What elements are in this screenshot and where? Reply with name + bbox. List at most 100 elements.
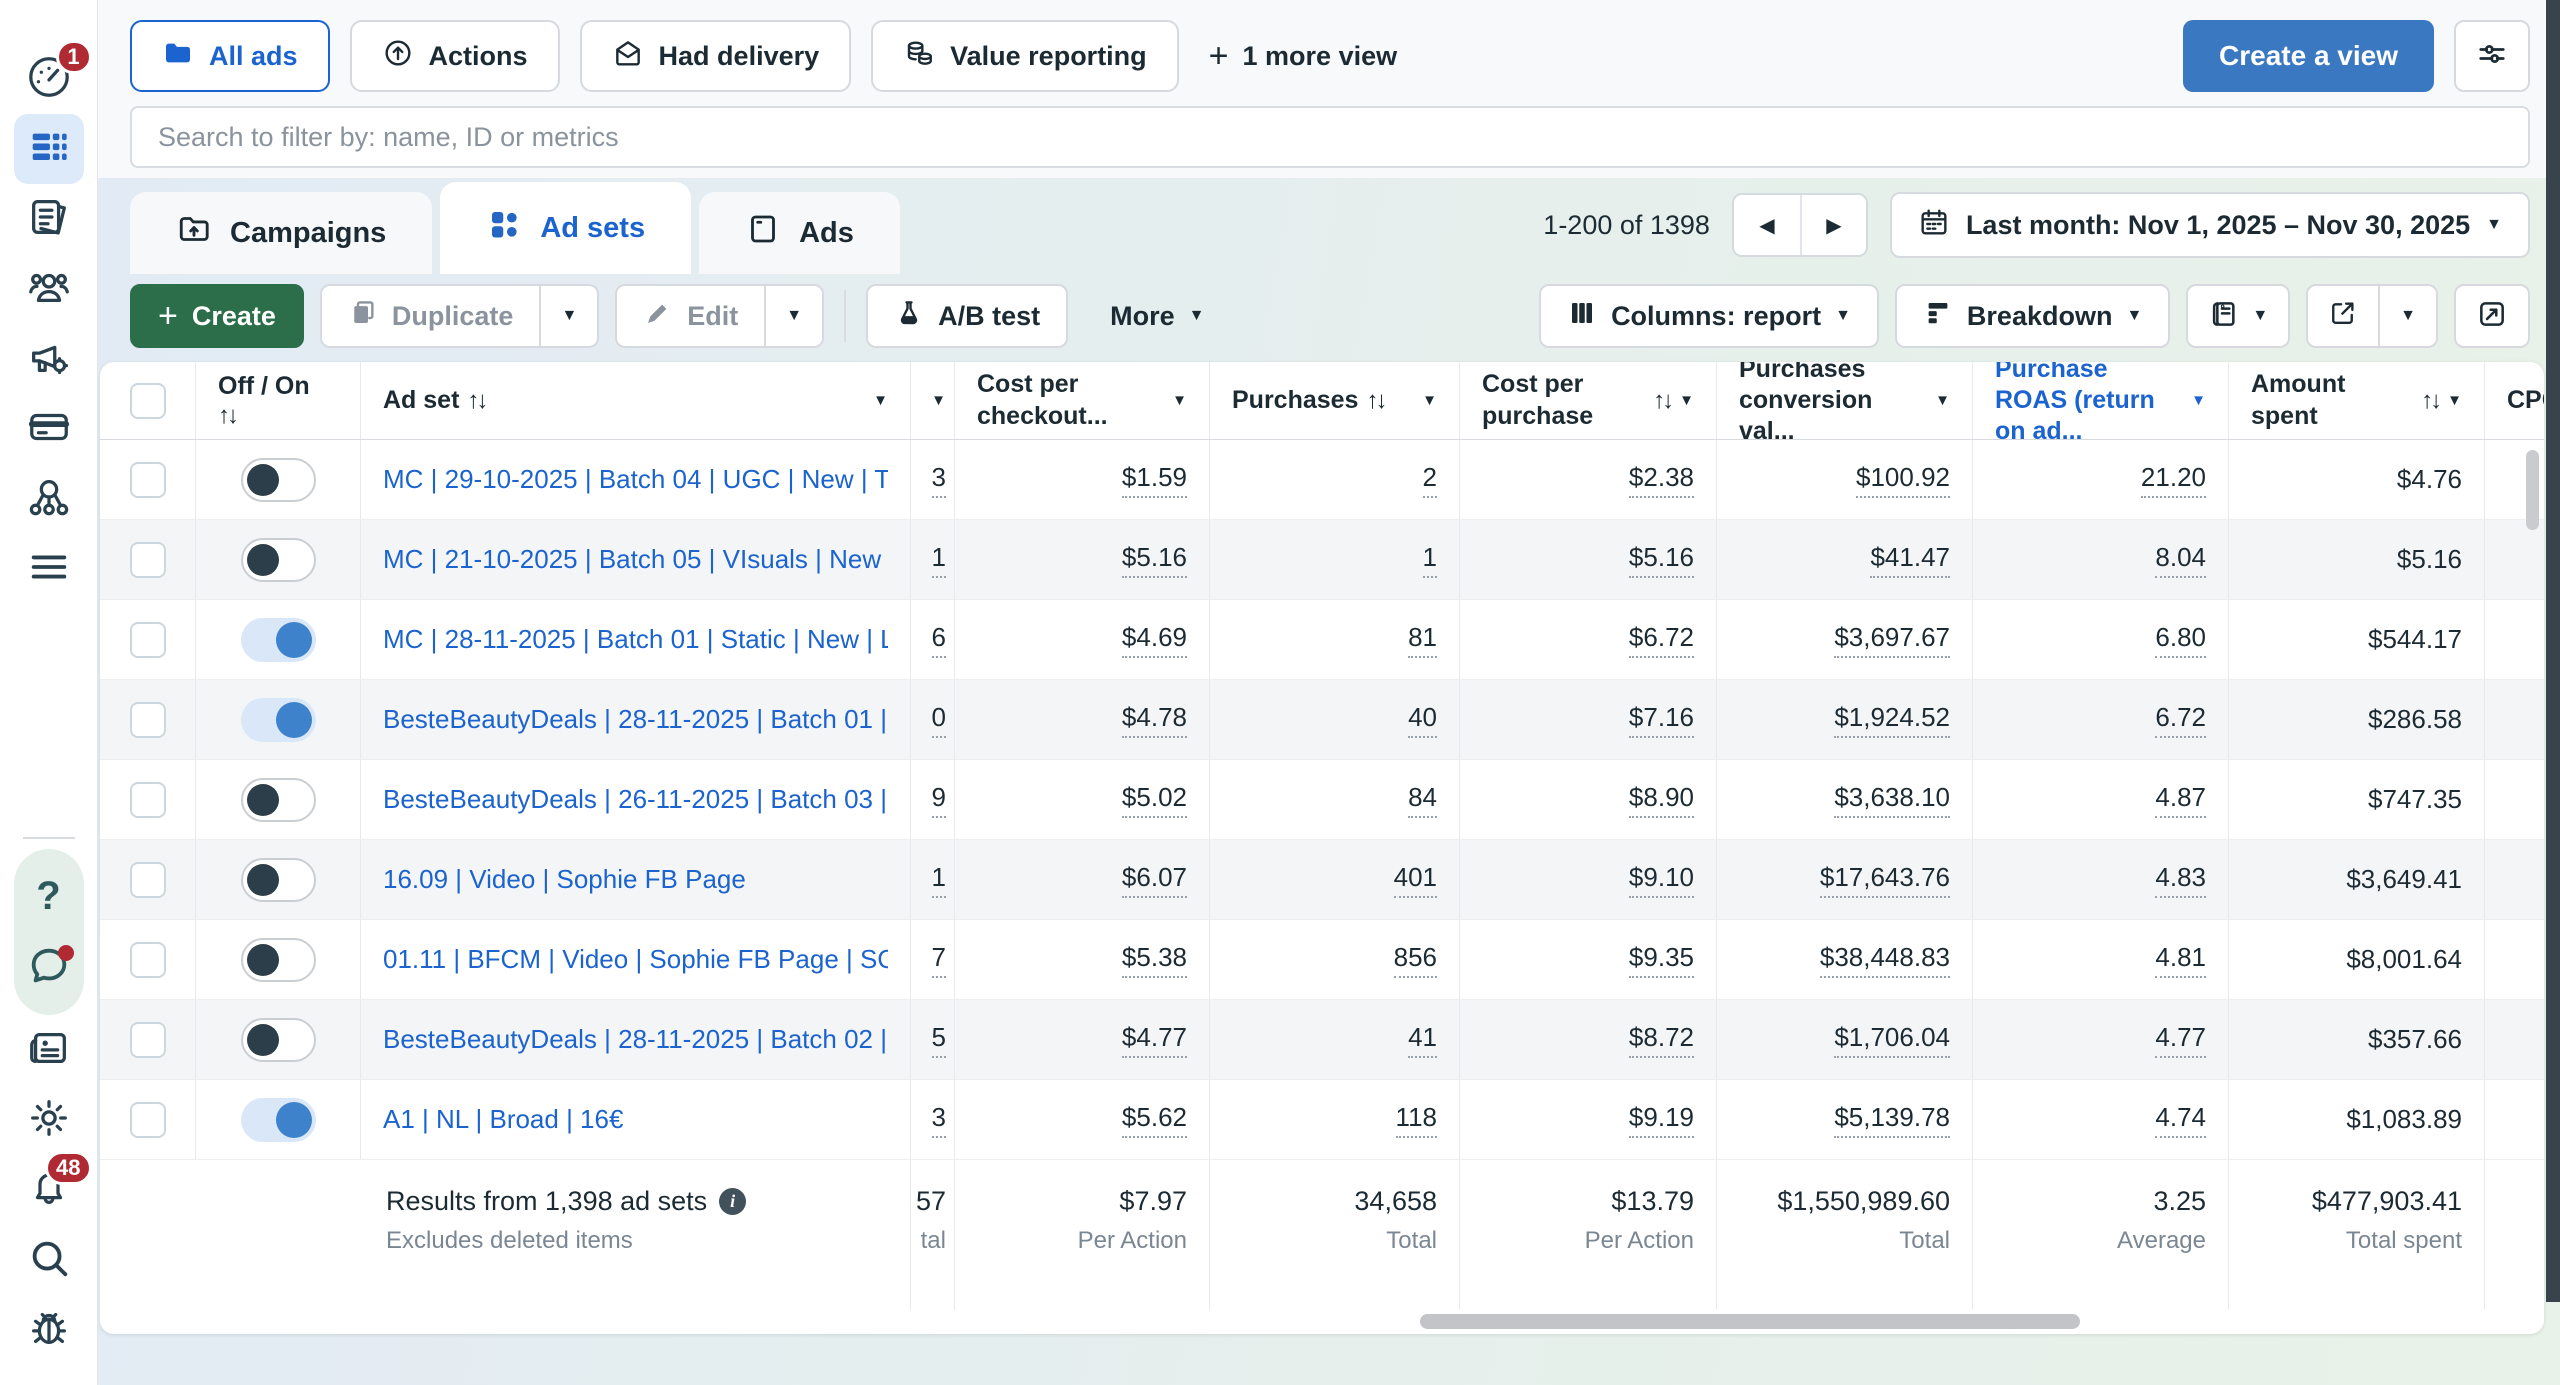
plus-icon: + — [1209, 39, 1229, 73]
view-tab-had-delivery[interactable]: Had delivery — [580, 20, 852, 92]
adset-name-link[interactable]: BesteBeautyDeals | 26-11-2025 | Batch 03… — [383, 784, 888, 815]
tab-ads[interactable]: Ads — [699, 192, 900, 274]
header-off-on[interactable]: Off / On ↑↓ — [196, 362, 361, 439]
header-clipped-column[interactable]: ▼ — [911, 362, 955, 439]
status-toggle[interactable] — [241, 698, 316, 742]
row-checkbox[interactable] — [130, 462, 166, 498]
row-checkbox[interactable] — [130, 622, 166, 658]
header-conversion-value[interactable]: Purchases conversion val... ▼ — [1717, 362, 1973, 439]
row-checkbox[interactable] — [130, 782, 166, 818]
vertical-scrollbar[interactable] — [2526, 450, 2539, 530]
search-sidebar-item[interactable] — [14, 1225, 84, 1295]
view-tab-actions[interactable]: Actions — [350, 20, 560, 92]
account-overview-item[interactable]: 1 — [14, 44, 84, 114]
horizontal-scrollbar[interactable] — [1420, 1314, 2080, 1329]
status-toggle[interactable] — [241, 778, 316, 822]
adset-name-link[interactable]: A1 | NL | Broad | 16€ — [383, 1104, 623, 1135]
header-cost-per-checkout[interactable]: Cost per checkout... ▼ — [955, 362, 1210, 439]
header-ad-set[interactable]: Ad set ↑↓ ▼ — [361, 362, 911, 439]
create-button[interactable]: + Create — [130, 284, 304, 348]
help-item[interactable]: ? — [14, 861, 84, 931]
search-input[interactable] — [130, 106, 2530, 168]
column-menu-icon[interactable]: ▼ — [1164, 392, 1187, 409]
column-menu-icon[interactable]: ▼ — [2439, 392, 2462, 409]
support-chat-item[interactable] — [14, 933, 84, 1003]
export-caret-button[interactable]: ▼ — [2380, 284, 2438, 348]
status-toggle[interactable] — [241, 858, 316, 902]
sort-icon[interactable]: ↑↓ — [218, 402, 236, 430]
adset-name-link[interactable]: BesteBeautyDeals | 28-11-2025 | Batch 01… — [383, 704, 888, 735]
row-checkbox[interactable] — [130, 542, 166, 578]
duplicate-caret-button[interactable]: ▼ — [541, 284, 599, 348]
audiences-item[interactable] — [14, 254, 84, 324]
more-button[interactable]: More ▼ — [1084, 284, 1230, 348]
columns-button[interactable]: Columns: report ▼ — [1539, 284, 1879, 348]
edit-caret-button[interactable]: ▼ — [766, 284, 824, 348]
status-toggle[interactable] — [241, 538, 316, 582]
campaigns-table-item[interactable] — [14, 114, 84, 184]
view-tab-value-reporting[interactable]: Value reporting — [871, 20, 1179, 92]
settings-item[interactable] — [14, 1085, 84, 1155]
column-menu-icon[interactable]: ▼ — [1671, 392, 1694, 409]
breakdown-button[interactable]: Breakdown ▼ — [1895, 284, 2170, 348]
adset-name-link[interactable]: BesteBeautyDeals | 28-11-2025 | Batch 02… — [383, 1024, 888, 1055]
sort-icon[interactable]: ↑↓ — [1653, 387, 1671, 415]
row-checkbox[interactable] — [130, 942, 166, 978]
status-toggle[interactable] — [241, 618, 316, 662]
header-purchase-roas[interactable]: Purchase ROAS (return on ad... ▼ — [1973, 362, 2229, 439]
report-bug-item[interactable] — [14, 1295, 84, 1365]
view-settings-button[interactable] — [2454, 20, 2530, 92]
tab-ad-sets[interactable]: Ad sets — [440, 182, 691, 274]
adset-name-link[interactable]: 16.09 | Video | Sophie FB Page — [383, 864, 746, 895]
edit-button[interactable]: Edit — [615, 284, 766, 348]
export-button[interactable] — [2306, 284, 2380, 348]
header-cost-per-purchase[interactable]: Cost per purchase ↑↓ ▼ — [1460, 362, 1717, 439]
status-toggle[interactable] — [241, 938, 316, 982]
business-assets-item[interactable] — [14, 464, 84, 534]
all-tools-item[interactable] — [14, 534, 84, 604]
row-checkbox[interactable] — [130, 1102, 166, 1138]
notifications-item[interactable]: 48 — [14, 1155, 84, 1225]
updates-item[interactable] — [14, 1015, 84, 1085]
advertising-settings-item[interactable] — [14, 324, 84, 394]
adset-name-link[interactable]: MC | 28-11-2025 | Batch 01 | Static | Ne… — [383, 624, 888, 655]
column-menu-icon[interactable]: ▼ — [1414, 392, 1437, 409]
column-menu-icon[interactable]: ▼ — [923, 392, 946, 409]
view-tab-all-ads[interactable]: All ads — [130, 20, 330, 92]
column-menu-icon[interactable]: ▼ — [865, 392, 888, 409]
tab-campaigns[interactable]: Campaigns — [130, 192, 432, 274]
column-menu-icon[interactable]: ▼ — [2183, 392, 2206, 409]
more-view-button[interactable]: + 1 more view — [1209, 39, 1397, 73]
sort-icon[interactable]: ↑↓ — [1366, 387, 1384, 415]
row-toggle-cell — [196, 840, 361, 919]
header-cpc[interactable]: CPC — [2485, 362, 2544, 439]
next-page-button[interactable]: ▶ — [1800, 195, 1866, 255]
adset-name-link[interactable]: 01.11 | BFCM | Video | Sophie FB Page | … — [383, 944, 888, 975]
row-checkbox[interactable] — [130, 1022, 166, 1058]
info-icon[interactable]: i — [719, 1188, 746, 1215]
status-toggle[interactable] — [241, 1098, 316, 1142]
billing-item[interactable] — [14, 394, 84, 464]
row-checkbox[interactable] — [130, 702, 166, 738]
duplicate-button[interactable]: Duplicate — [320, 284, 542, 348]
status-toggle[interactable] — [241, 1018, 316, 1062]
row-checkbox[interactable] — [130, 862, 166, 898]
ads-reporting-item[interactable] — [14, 184, 84, 254]
date-range-button[interactable]: Last month: Nov 1, 2025 – Nov 30, 2025 ▼ — [1890, 192, 2530, 258]
adset-name-link[interactable]: MC | 21-10-2025 | Batch 05 | VIsuals | N… — [383, 544, 888, 575]
prev-page-button[interactable]: ◀ — [1734, 195, 1800, 255]
column-menu-icon[interactable]: ▼ — [1927, 392, 1950, 409]
view-charts-button[interactable] — [2454, 284, 2530, 348]
adset-name-link[interactable]: MC | 29-10-2025 | Batch 04 | UGC | New |… — [383, 464, 888, 495]
header-purchases[interactable]: Purchases ↑↓ ▼ — [1210, 362, 1460, 439]
sort-icon[interactable]: ↑↓ — [2421, 387, 2439, 415]
folder-icon — [162, 37, 194, 76]
reports-button[interactable]: ▼ — [2186, 284, 2290, 348]
ads-manager-app: 1 — [0, 0, 2560, 1385]
sort-icon[interactable]: ↑↓ — [467, 387, 485, 415]
header-amount-spent[interactable]: Amount spent ↑↓ ▼ — [2229, 362, 2485, 439]
create-view-button[interactable]: Create a view — [2183, 20, 2434, 92]
select-all-checkbox[interactable] — [130, 383, 166, 419]
ab-test-button[interactable]: A/B test — [866, 284, 1068, 348]
status-toggle[interactable] — [241, 458, 316, 502]
